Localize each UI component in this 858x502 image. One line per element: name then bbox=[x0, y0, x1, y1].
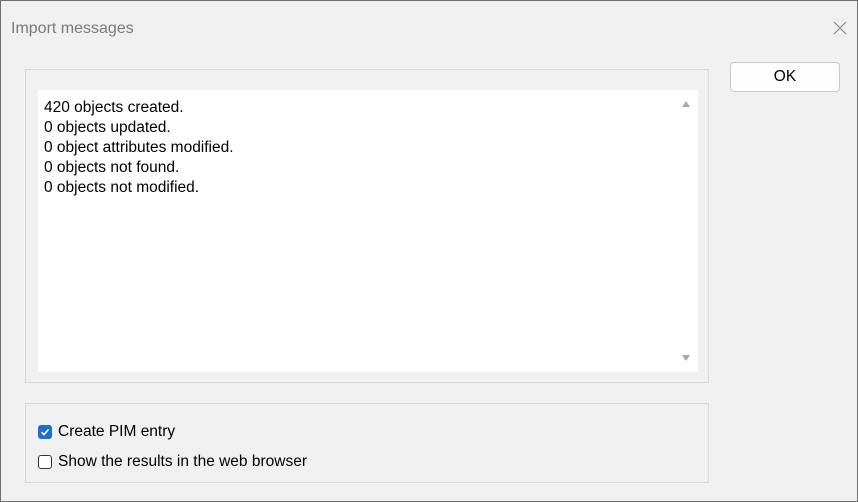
message-line: 0 objects not modified. bbox=[44, 179, 200, 196]
message-line: 420 objects created. bbox=[44, 99, 184, 116]
create-pim-entry-label: Create PIM entry bbox=[58, 423, 176, 440]
message-line: 0 object attributes modified. bbox=[44, 139, 234, 156]
scroll-down-arrow-icon bbox=[682, 355, 690, 361]
import-messages-dialog: Import messages 420 objects created. 0 o… bbox=[0, 0, 858, 502]
create-pim-entry-checkbox[interactable] bbox=[38, 425, 52, 439]
checkmark-icon bbox=[40, 428, 50, 436]
dialog-title: Import messages bbox=[11, 20, 134, 37]
ok-button[interactable]: OK bbox=[730, 62, 840, 92]
message-line: 0 objects not found. bbox=[44, 159, 180, 176]
messages-group: 420 objects created. 0 objects updated. … bbox=[25, 69, 709, 383]
show-results-browser-label: Show the results in the web browser bbox=[58, 453, 307, 470]
messages-text: 420 objects created. 0 objects updated. … bbox=[44, 98, 234, 198]
scroll-down-button[interactable] bbox=[678, 350, 694, 366]
create-pim-entry-option[interactable]: Create PIM entry bbox=[38, 423, 175, 441]
messages-textbox[interactable]: 420 objects created. 0 objects updated. … bbox=[38, 90, 698, 372]
title-bar: Import messages bbox=[1, 1, 857, 59]
close-button[interactable] bbox=[825, 13, 855, 43]
options-group: Create PIM entry Show the results in the… bbox=[25, 403, 709, 483]
show-results-browser-option[interactable]: Show the results in the web browser bbox=[38, 453, 307, 471]
close-icon bbox=[833, 21, 847, 35]
scroll-up-button[interactable] bbox=[678, 96, 694, 112]
show-results-browser-checkbox[interactable] bbox=[38, 455, 52, 469]
scroll-up-arrow-icon bbox=[682, 101, 690, 107]
message-line: 0 objects updated. bbox=[44, 119, 171, 136]
